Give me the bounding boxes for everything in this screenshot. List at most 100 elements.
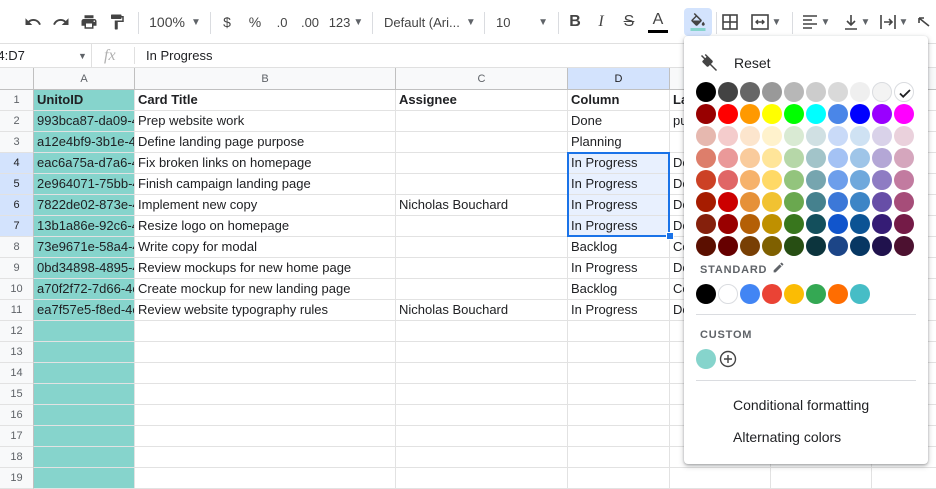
palette-swatch[interactable] (740, 236, 760, 256)
grid-cell[interactable] (135, 405, 396, 426)
grid-cell[interactable] (135, 321, 396, 342)
row-header[interactable]: 4 (0, 153, 34, 174)
grid-cell[interactable] (396, 174, 568, 195)
row-header[interactable]: 3 (0, 132, 34, 153)
formula-input[interactable]: In Progress (146, 44, 212, 67)
standard-swatch[interactable] (850, 284, 870, 304)
palette-swatch[interactable] (828, 126, 848, 146)
print-icon[interactable] (76, 8, 102, 36)
palette-swatch[interactable] (784, 82, 804, 102)
palette-swatch[interactable] (696, 236, 716, 256)
grid-cell[interactable] (396, 237, 568, 258)
grid-cell[interactable] (34, 342, 135, 363)
grid-cell[interactable]: 73e9671e-58a4-4 (34, 237, 135, 258)
grid-cell[interactable] (396, 468, 568, 489)
grid-cell[interactable] (135, 426, 396, 447)
palette-swatch[interactable] (806, 104, 826, 124)
row-header[interactable]: 16 (0, 405, 34, 426)
palette-swatch[interactable] (762, 170, 782, 190)
grid-cell[interactable] (34, 384, 135, 405)
palette-swatch[interactable] (894, 82, 914, 102)
grid-cell[interactable] (396, 132, 568, 153)
grid-cell[interactable]: a70f2f72-7d66-4e (34, 279, 135, 300)
grid-cell[interactable] (34, 321, 135, 342)
palette-swatch[interactable] (784, 192, 804, 212)
grid-cell[interactable]: Review website typography rules (135, 300, 396, 321)
palette-swatch[interactable] (784, 236, 804, 256)
grid-cell[interactable]: Nicholas Bouchard (396, 300, 568, 321)
grid-cell[interactable]: In Progress (568, 258, 670, 279)
palette-swatch[interactable] (894, 170, 914, 190)
palette-swatch[interactable] (828, 82, 848, 102)
header-cell[interactable]: Card Title (135, 90, 396, 111)
grid-cell[interactable]: Write copy for modal (135, 237, 396, 258)
reset-button[interactable]: Reset (700, 52, 771, 74)
grid-cell[interactable] (568, 447, 670, 468)
grid-cell[interactable]: Planning (568, 132, 670, 153)
palette-swatch[interactable] (740, 170, 760, 190)
palette-swatch[interactable] (850, 192, 870, 212)
grid-cell[interactable] (135, 447, 396, 468)
row-header[interactable]: 14 (0, 363, 34, 384)
palette-swatch[interactable] (718, 170, 738, 190)
row-header[interactable]: 13 (0, 342, 34, 363)
palette-swatch[interactable] (828, 148, 848, 168)
grid-cell[interactable]: ea7f57e5-f8ed-4e (34, 300, 135, 321)
edit-pencil-icon[interactable] (772, 261, 785, 279)
palette-swatch[interactable] (872, 192, 892, 212)
palette-swatch[interactable] (696, 170, 716, 190)
row-header[interactable]: 7 (0, 216, 34, 237)
palette-swatch[interactable] (696, 192, 716, 212)
row-header[interactable]: 1 (0, 90, 34, 111)
row-header[interactable]: 8 (0, 237, 34, 258)
palette-swatch[interactable] (850, 170, 870, 190)
palette-swatch[interactable] (806, 236, 826, 256)
header-cell[interactable]: Column (568, 90, 670, 111)
palette-swatch[interactable] (806, 192, 826, 212)
palette-swatch[interactable] (762, 126, 782, 146)
conditional-formatting-item[interactable]: Conditional formatting (733, 397, 869, 413)
palette-swatch[interactable] (894, 214, 914, 234)
palette-swatch[interactable] (828, 236, 848, 256)
row-header[interactable]: 10 (0, 279, 34, 300)
add-custom-color-icon[interactable] (719, 350, 737, 368)
grid-cell[interactable]: Implement new copy (135, 195, 396, 216)
grid-cell[interactable] (568, 342, 670, 363)
grid-cell[interactable] (396, 384, 568, 405)
grid-cell[interactable] (396, 216, 568, 237)
redo-icon[interactable] (48, 8, 74, 36)
column-header[interactable]: C (396, 68, 568, 90)
grid-cell[interactable]: Define landing page purpose (135, 132, 396, 153)
palette-swatch[interactable] (894, 192, 914, 212)
palette-swatch[interactable] (850, 148, 870, 168)
grid-cell[interactable]: Finish campaign landing page (135, 174, 396, 195)
row-header[interactable]: 5 (0, 174, 34, 195)
grid-cell[interactable] (396, 321, 568, 342)
palette-swatch[interactable] (696, 148, 716, 168)
grid-cell[interactable] (135, 342, 396, 363)
row-header[interactable]: 19 (0, 468, 34, 489)
palette-swatch[interactable] (872, 104, 892, 124)
grid-cell[interactable] (135, 384, 396, 405)
grid-cell[interactable] (34, 468, 135, 489)
fill-handle[interactable] (666, 232, 674, 240)
grid-cell[interactable] (396, 279, 568, 300)
grid-cell[interactable]: eac6a75a-d7a6-4 (34, 153, 135, 174)
grid-cell[interactable] (396, 405, 568, 426)
palette-swatch[interactable] (740, 104, 760, 124)
palette-swatch[interactable] (718, 126, 738, 146)
text-rotation-icon[interactable] (914, 8, 936, 36)
palette-swatch[interactable] (806, 126, 826, 146)
custom-swatch[interactable] (696, 349, 716, 369)
palette-swatch[interactable] (762, 192, 782, 212)
grid-cell[interactable]: In Progress (568, 153, 670, 174)
row-header[interactable]: 12 (0, 321, 34, 342)
grid-cell[interactable] (568, 363, 670, 384)
palette-swatch[interactable] (740, 126, 760, 146)
palette-swatch[interactable] (718, 82, 738, 102)
grid-cell[interactable] (396, 342, 568, 363)
palette-swatch[interactable] (696, 126, 716, 146)
palette-swatch[interactable] (762, 104, 782, 124)
header-cell[interactable]: UnitoID (34, 90, 135, 111)
palette-swatch[interactable] (872, 148, 892, 168)
